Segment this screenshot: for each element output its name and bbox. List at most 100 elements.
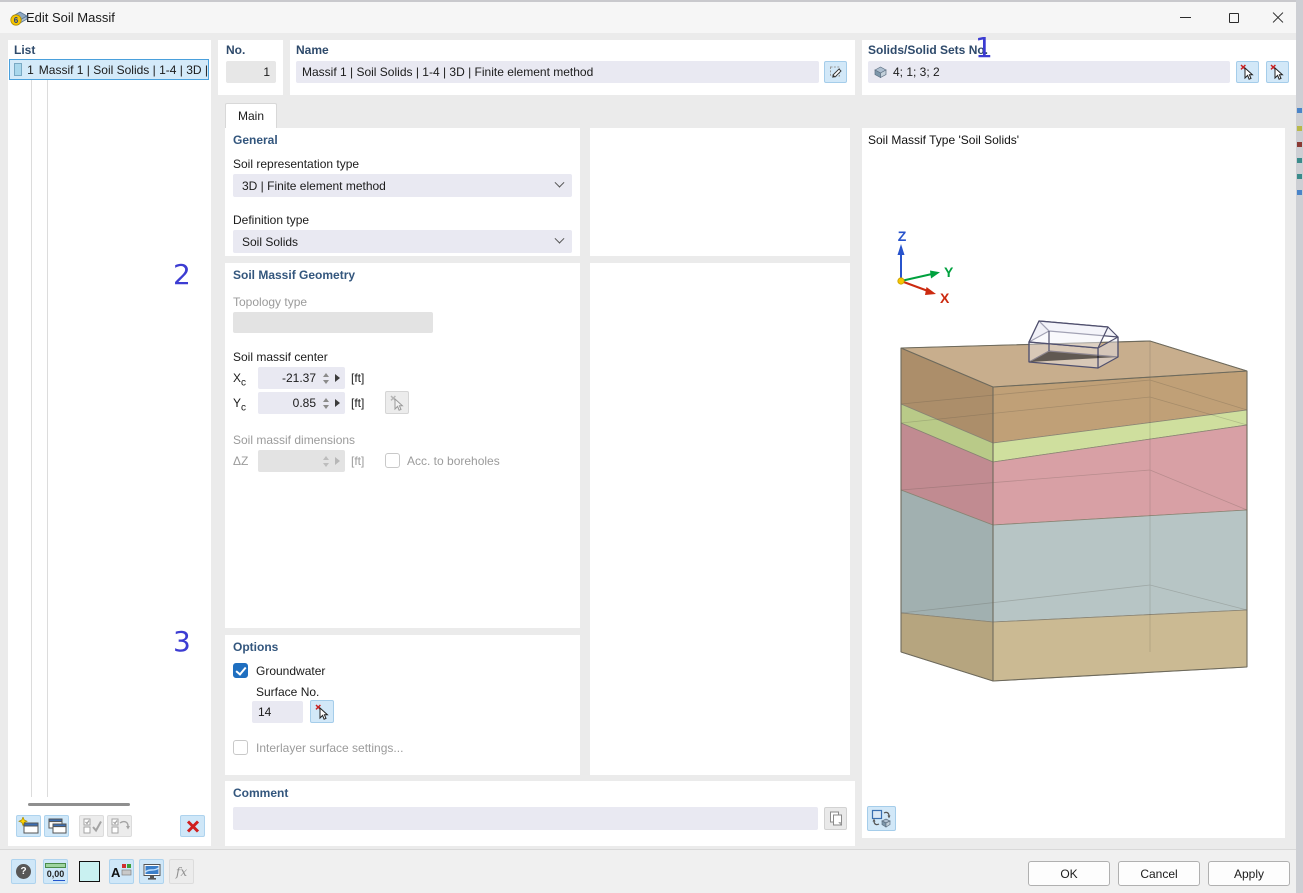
annotation-1: 1 — [975, 31, 993, 64]
spinner-arrows-icon[interactable] — [321, 372, 330, 384]
list-horizontal-scrollbar[interactable] — [28, 803, 130, 806]
list-item[interactable]: 1 Massif 1 | Soil Solids | 1-4 | 3D | — [9, 59, 209, 80]
soil-layer-5-front — [992, 609, 1248, 682]
display-properties-icon: A — [111, 864, 132, 880]
select-solids-button[interactable] — [1236, 61, 1259, 83]
window-title: Edit Soil Massif — [26, 10, 115, 25]
center-label: Soil massif center — [233, 350, 328, 364]
dimensions-label: Soil massif dimensions — [233, 433, 356, 447]
select-all-icon — [83, 818, 102, 834]
pick-cursor-icon — [389, 394, 404, 411]
select-solid-sets-button[interactable] — [1266, 61, 1289, 83]
preview-panel: Soil Massif Type 'Soil Solids' Z Y X — [862, 128, 1285, 838]
pick-cursor-icon — [1240, 64, 1254, 80]
decimal-places-icon: 0,00 — [45, 862, 66, 882]
pick-cursor-icon — [1270, 64, 1284, 80]
pick-cursor-icon — [314, 703, 329, 720]
pick-surface-button[interactable] — [310, 700, 334, 723]
delete-icon — [186, 819, 199, 833]
annotation-2: 2 — [173, 258, 191, 291]
comment-field[interactable] — [233, 807, 818, 830]
maximize-icon — [1229, 12, 1239, 23]
spinner-arrows-icon[interactable] — [321, 397, 330, 409]
topology-field — [233, 312, 433, 333]
groundwater-checkbox[interactable] — [233, 663, 248, 678]
copy-pages-icon — [829, 811, 842, 826]
minimize-button[interactable] — [1162, 2, 1208, 33]
decimal-places-button[interactable]: 0,00 — [43, 859, 68, 884]
list-header: List — [14, 43, 36, 57]
options-section: Options Groundwater Surface No. 14 Inter… — [225, 635, 580, 775]
invert-selection-icon — [111, 818, 130, 834]
surface-no-label: Surface No. — [256, 685, 320, 699]
y-axis-label: Y — [944, 264, 954, 280]
expand-arrow-icon[interactable] — [335, 399, 340, 407]
ok-button[interactable]: OK — [1028, 861, 1110, 886]
soil-massif-3d-view[interactable]: Z Y X — [862, 128, 1285, 838]
select-all-button — [79, 815, 104, 837]
geometry-header: Soil Massif Geometry — [233, 268, 356, 282]
interlayer-label: Interlayer surface settings... — [256, 741, 404, 755]
definition-dropdown[interactable]: Soil Solids — [233, 230, 572, 253]
edit-name-button[interactable] — [824, 61, 847, 83]
general-section: General Soil representation type 3D | Fi… — [225, 128, 580, 256]
maximize-button[interactable] — [1211, 2, 1257, 33]
no-label: No. — [226, 43, 246, 57]
tab-main[interactable]: Main — [225, 103, 277, 128]
rendering-button[interactable] — [139, 859, 164, 884]
yc-input[interactable]: 0.85 — [258, 392, 345, 414]
new-massif-button[interactable] — [16, 815, 41, 837]
options-header: Options — [233, 640, 279, 654]
sync-view-button[interactable] — [867, 806, 896, 831]
comment-header: Comment — [233, 786, 289, 800]
xc-input[interactable]: -21.37 — [258, 367, 345, 389]
invert-selection-button — [107, 815, 132, 837]
solids-label: Solids/Solid Sets No. — [868, 43, 989, 57]
no-card: No. 1 — [218, 40, 283, 95]
minimize-icon — [1179, 17, 1191, 18]
list-column-divider — [47, 80, 48, 797]
annotation-3: 3 — [173, 625, 191, 658]
representation-label: Soil representation type — [233, 157, 360, 171]
svg-text:A: A — [111, 865, 121, 880]
xc-unit: [ft] — [351, 371, 365, 385]
list-column-divider — [31, 80, 32, 797]
cancel-button[interactable]: Cancel — [1118, 861, 1200, 886]
copy-massif-button[interactable] — [44, 815, 69, 837]
x-axis-label: X — [940, 290, 950, 306]
comment-section: Comment — [225, 781, 855, 846]
sync-view-icon — [871, 809, 891, 828]
display-properties-button[interactable]: A — [109, 859, 134, 884]
list-panel: List 1 Massif 1 | Soil Solids | 1-4 | 3D… — [8, 40, 211, 846]
name-card: Name Massif 1 | Soil Solids | 1-4 | 3D |… — [290, 40, 855, 95]
name-field[interactable]: Massif 1 | Soil Solids | 1-4 | 3D | Fini… — [296, 61, 819, 83]
help-icon: ? — [16, 864, 31, 879]
name-label: Name — [296, 43, 329, 57]
yc-unit: [ft] — [351, 396, 365, 410]
dz-label: ΔZ — [233, 454, 249, 468]
surface-no-field[interactable]: 14 — [252, 701, 303, 723]
chevron-down-icon — [554, 177, 565, 188]
titlebar: 6 Edit Soil Massif — [0, 2, 1296, 33]
apply-button[interactable]: Apply — [1208, 861, 1290, 886]
xc-label: Xc — [233, 371, 247, 389]
monitor-icon — [143, 863, 160, 880]
help-button[interactable]: ? — [11, 859, 36, 884]
general-header: General — [233, 133, 278, 147]
svg-text:6: 6 — [14, 16, 19, 25]
representation-dropdown[interactable]: 3D | Finite element method — [233, 174, 572, 197]
delete-massif-button[interactable] — [180, 815, 205, 837]
solids-field[interactable]: 4; 1; 3; 2 — [868, 61, 1230, 83]
empty-panel-top — [590, 128, 850, 256]
new-window-icon — [17, 817, 38, 834]
comment-presets-button[interactable] — [824, 807, 847, 830]
pencil-icon — [829, 66, 842, 78]
list-item-number: 1 — [27, 62, 34, 77]
boreholes-checkbox — [385, 453, 400, 468]
geometry-section: Soil Massif Geometry Topology type Soil … — [225, 263, 580, 628]
expand-arrow-icon[interactable] — [335, 374, 340, 382]
close-button[interactable] — [1260, 2, 1296, 33]
copy-window-icon — [48, 818, 66, 834]
massif-color-button[interactable] — [79, 861, 100, 882]
empty-panel-bottom — [590, 263, 850, 775]
